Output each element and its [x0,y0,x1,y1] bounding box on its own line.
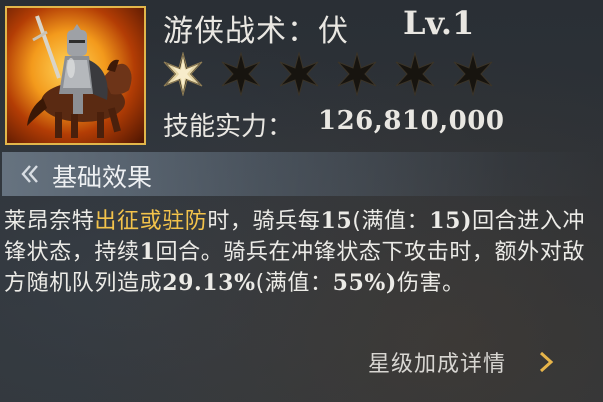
star-empty-icon [337,52,377,96]
skill-description: 莱昂奈特出征或驻防时，骑兵每15(满值：15)回合进入冲锋状态，持续1回合。骑兵… [4,206,594,299]
desc-number: 55%) [332,270,397,296]
skill-title: 游侠战术：伏 [163,14,349,49]
skill-level: Lv.1 [403,4,475,42]
desc-number: 15 [320,208,353,234]
star-empty-icon [279,52,319,96]
star-bonus-link[interactable]: 星级加成详情 [368,346,506,378]
desc-text: 伤害。 [396,271,465,296]
star-rating [161,52,501,96]
desc-number: 1 [139,239,156,265]
desc-number: 29.13% [162,270,256,296]
mounted-knight-icon [27,15,132,138]
skill-panel: 游侠战术：伏 Lv.1 技能实力： 126,810,000 基础效果 莱昂奈特出… [0,0,603,402]
desc-text: 莱昂奈特 [4,209,95,234]
desc-highlight: 出征或驻防 [94,209,208,234]
star-filled-icon [163,52,203,96]
skill-power-label: 技能实力： [163,112,294,142]
chevron-right-icon[interactable] [536,350,556,374]
desc-text: 时，骑兵每 [207,209,321,234]
star-empty-icon [453,52,493,96]
desc-number: 15) [429,208,473,234]
skill-power-value: 126,810,000 [318,106,505,136]
desc-text: (满值： [352,209,430,234]
desc-text: (满值： [255,271,333,296]
double-chevron-icon [21,165,38,183]
skill-portrait [5,6,146,145]
section-title: 基础效果 [52,163,153,192]
star-empty-icon [395,52,435,96]
star-empty-icon [221,52,261,96]
